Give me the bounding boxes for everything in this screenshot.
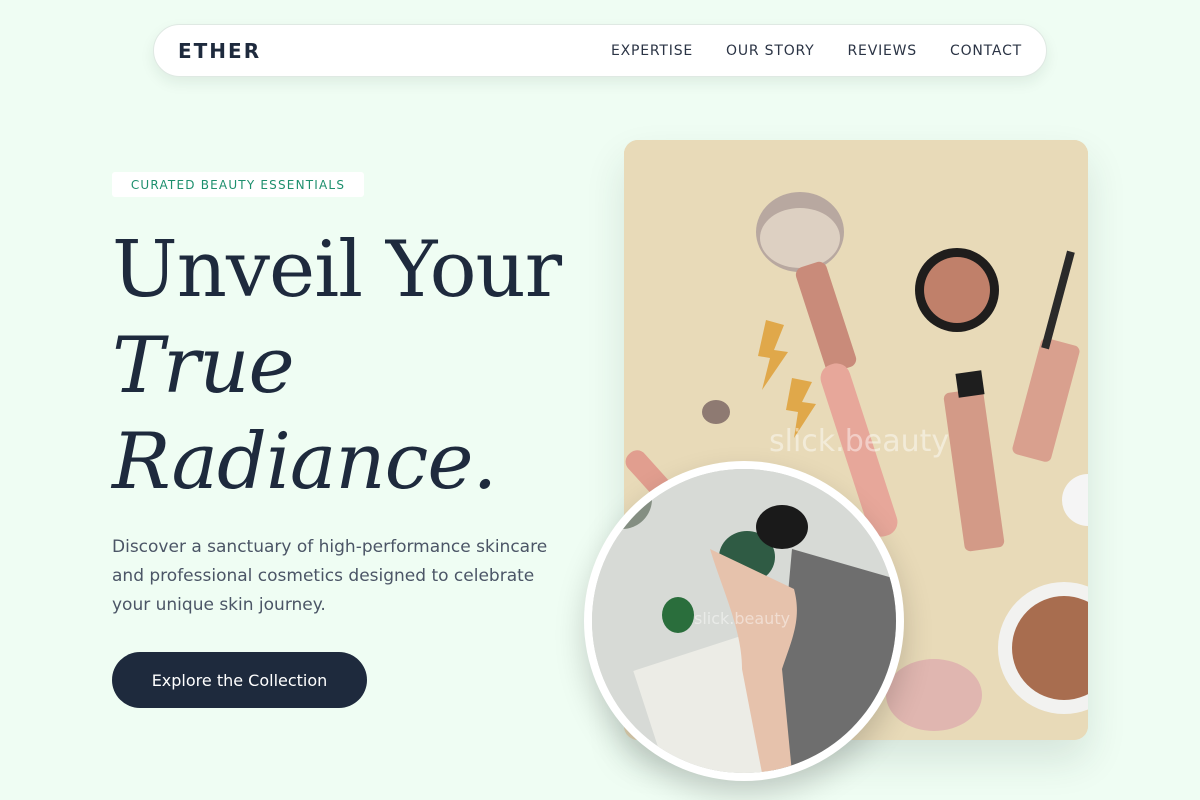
explore-collection-button[interactable]: Explore the Collection [112, 652, 367, 708]
scrunchie-icon [886, 659, 982, 731]
skincare-inset-image: slick.beauty [584, 461, 904, 781]
blush-compact-icon [915, 248, 999, 332]
image-watermark: slick.beauty [769, 424, 950, 459]
serum-bottle-icon [662, 597, 694, 633]
top-navbar: ETHER EXPERTISE OUR STORY REVIEWS CONTAC… [153, 24, 1047, 77]
nav-link-reviews[interactable]: REVIEWS [848, 43, 917, 59]
headline-line-1: Unveil Your [112, 225, 562, 315]
headline-line-2: True [112, 321, 295, 411]
brand-logo[interactable]: ETHER [178, 39, 261, 63]
hero-badge: CURATED BEAUTY ESSENTIALS [112, 172, 364, 197]
nav-link-expertise[interactable]: EXPERTISE [611, 43, 693, 59]
nav-link-our-story[interactable]: OUR STORY [726, 43, 815, 59]
nav-link-contact[interactable]: CONTACT [950, 43, 1022, 59]
hero-headline: Unveil Your True Radiance. [112, 222, 562, 510]
inset-watermark: slick.beauty [694, 609, 791, 628]
hero-description: Discover a sanctuary of high-performance… [112, 537, 548, 615]
headline-line-3: Radiance. [112, 417, 497, 507]
skincare-inset-photo: slick.beauty [592, 469, 896, 773]
nav-links: EXPERTISE OUR STORY REVIEWS CONTACT [611, 43, 1022, 59]
